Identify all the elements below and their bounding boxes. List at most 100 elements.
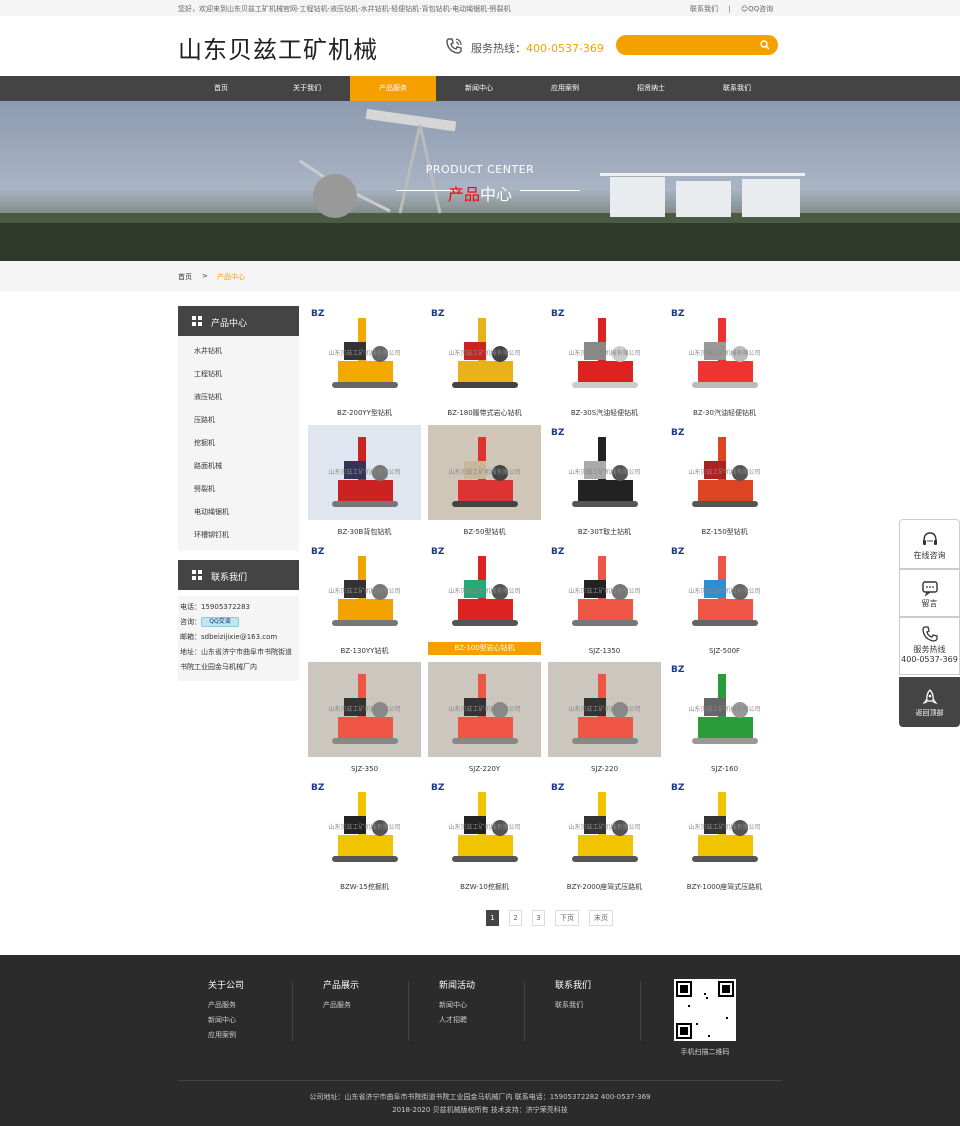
product-image[interactable]: 山东贝兹工矿机械有限公司 BZ — [428, 544, 541, 639]
product-image[interactable]: 山东贝兹工矿机械有限公司 BZ — [668, 662, 781, 757]
nav-news[interactable]: 新闻中心 — [436, 76, 522, 101]
search-icon[interactable] — [760, 40, 770, 50]
product-name[interactable]: BZ-30S汽油轻便钻机 — [548, 401, 661, 425]
sidebar-item[interactable]: 挖掘机 — [178, 432, 299, 455]
product-image[interactable]: 山东贝兹工矿机械有限公司 — [308, 425, 421, 520]
online-consult-button[interactable]: 在线咨询 — [899, 519, 960, 569]
top-qq-link[interactable]: ☺QQ咨询 — [741, 5, 773, 13]
product-name[interactable]: BZ-180履带式岩心钻机 — [428, 401, 541, 425]
footer-link[interactable]: 产品服务 — [323, 998, 359, 1013]
search-input[interactable] — [626, 38, 756, 52]
footer-link[interactable]: 产品服务 — [208, 998, 244, 1013]
product-card[interactable]: 山东贝兹工矿机械有限公司 BZ-50型钻机 — [428, 425, 541, 544]
sidebar-item[interactable]: 路面机械 — [178, 455, 299, 478]
page-3[interactable]: 3 — [532, 910, 545, 926]
product-name[interactable]: SJZ-500F — [668, 639, 781, 663]
product-card[interactable]: 山东贝兹工矿机械有限公司 SJZ-220 — [548, 662, 661, 781]
product-image[interactable]: 山东贝兹工矿机械有限公司 BZ — [668, 425, 781, 520]
product-image[interactable]: 山东贝兹工矿机械有限公司 BZ — [428, 306, 541, 401]
product-card[interactable]: 山东贝兹工矿机械有限公司 BZ BZY-2000座驾式压路机 — [548, 780, 661, 899]
product-image[interactable]: 山东贝兹工矿机械有限公司 — [428, 662, 541, 757]
footer-link[interactable]: 新闻中心 — [208, 1013, 244, 1028]
product-image[interactable]: 山东贝兹工矿机械有限公司 BZ — [668, 306, 781, 401]
nav-products[interactable]: 产品服务 — [350, 76, 436, 101]
product-card[interactable]: 山东贝兹工矿机械有限公司 SJZ-220Y — [428, 662, 541, 781]
nav-jobs[interactable]: 招贤纳士 — [608, 76, 694, 101]
product-card[interactable]: 山东贝兹工矿机械有限公司 BZ SJZ-160 — [668, 662, 781, 781]
product-image[interactable]: 山东贝兹工矿机械有限公司 BZ — [548, 780, 661, 875]
product-name[interactable]: BZ-30汽油轻便钻机 — [668, 401, 781, 425]
qq-chat-button[interactable]: QQ交谈 — [201, 617, 239, 627]
product-card[interactable]: 山东贝兹工矿机械有限公司 BZ BZW-15挖掘机 — [308, 780, 421, 899]
product-image[interactable]: 山东贝兹工矿机械有限公司 BZ — [548, 544, 661, 639]
product-image[interactable]: 山东贝兹工矿机械有限公司 BZ — [308, 544, 421, 639]
nav-home[interactable]: 首页 — [178, 76, 264, 101]
footer-link[interactable]: 联系我们 — [555, 998, 591, 1013]
next-page-button[interactable]: 下页 — [555, 910, 579, 926]
site-logo[interactable]: 山东贝兹工矿机械 — [178, 30, 378, 65]
product-image[interactable]: 山东贝兹工矿机械有限公司 BZ — [428, 780, 541, 875]
product-name[interactable]: SJZ-160 — [668, 757, 781, 781]
product-name[interactable]: BZY-1000座驾式压路机 — [668, 875, 781, 899]
sidebar-item[interactable]: 电动绳锯机 — [178, 501, 299, 524]
product-name[interactable]: SJZ-220Y — [428, 757, 541, 781]
product-name[interactable]: SJZ-1350 — [548, 639, 661, 663]
sidebar-item[interactable]: 液压钻机 — [178, 386, 299, 409]
product-card[interactable]: 山东贝兹工矿机械有限公司 BZ BZ-130YY钻机 — [308, 544, 421, 663]
product-image[interactable]: 山东贝兹工矿机械有限公司 BZ — [668, 780, 781, 875]
product-name[interactable]: SJZ-350 — [308, 757, 421, 781]
product-card[interactable]: 山东贝兹工矿机械有限公司 BZ BZ-30汽油轻便钻机 — [668, 306, 781, 425]
product-image[interactable]: 山东贝兹工矿机械有限公司 BZ — [548, 425, 661, 520]
hotline-button[interactable]: 服务热线 400-0537-369 — [899, 617, 960, 675]
sidebar-item[interactable]: 环槽铆钉机 — [178, 524, 299, 547]
product-card[interactable]: 山东贝兹工矿机械有限公司 BZ BZ-200YY型钻机 — [308, 306, 421, 425]
product-name[interactable]: BZ-30B背包钻机 — [308, 520, 421, 544]
sidebar-item[interactable]: 水井钻机 — [178, 340, 299, 363]
product-name[interactable]: BZ-30T取土钻机 — [548, 520, 661, 544]
product-name[interactable]: BZ-130YY钻机 — [308, 639, 421, 663]
product-card[interactable]: 山东贝兹工矿机械有限公司 BZ BZ-30T取土钻机 — [548, 425, 661, 544]
brand-logo: BZ — [671, 309, 685, 319]
page-2[interactable]: 2 — [509, 910, 522, 926]
product-name[interactable]: SJZ-220 — [548, 757, 661, 781]
sidebar-item[interactable]: 工程钻机 — [178, 363, 299, 386]
sidebar-item[interactable]: 压路机 — [178, 409, 299, 432]
footer-link[interactable]: 新闻中心 — [439, 998, 475, 1013]
footer-link[interactable]: 应用案例 — [208, 1028, 244, 1043]
last-page-button[interactable]: 末页 — [589, 910, 613, 926]
product-card[interactable]: 山东贝兹工矿机械有限公司 BZ BZW-10挖掘机 — [428, 780, 541, 899]
product-card[interactable]: 山东贝兹工矿机械有限公司 BZ BZ-150型钻机 — [668, 425, 781, 544]
product-name[interactable]: BZ-200YY型钻机 — [308, 401, 421, 425]
product-image[interactable]: 山东贝兹工矿机械有限公司 BZ — [548, 306, 661, 401]
message-button[interactable]: 留言 — [899, 569, 960, 617]
product-name[interactable]: BZW-10挖掘机 — [428, 875, 541, 899]
top-contact-link[interactable]: 联系我们 — [690, 5, 718, 13]
product-card[interactable]: 山东贝兹工矿机械有限公司 BZ SJZ-500F — [668, 544, 781, 663]
product-image[interactable]: 山东贝兹工矿机械有限公司 — [308, 662, 421, 757]
product-image[interactable]: 山东贝兹工矿机械有限公司 — [548, 662, 661, 757]
product-image[interactable]: 山东贝兹工矿机械有限公司 — [428, 425, 541, 520]
product-image[interactable]: 山东贝兹工矿机械有限公司 BZ — [308, 306, 421, 401]
nav-cases[interactable]: 应用案例 — [522, 76, 608, 101]
product-name[interactable]: BZW-15挖掘机 — [308, 875, 421, 899]
nav-about[interactable]: 关于我们 — [264, 76, 350, 101]
product-image[interactable]: 山东贝兹工矿机械有限公司 BZ — [308, 780, 421, 875]
nav-contact[interactable]: 联系我们 — [694, 76, 780, 101]
product-card[interactable]: 山东贝兹工矿机械有限公司 BZ SJZ-1350 — [548, 544, 661, 663]
sidebar-item[interactable]: 劈裂机 — [178, 478, 299, 501]
product-name[interactable]: BZ-100型岩心钻机 — [428, 642, 541, 655]
product-name[interactable]: BZ-150型钻机 — [668, 520, 781, 544]
product-card[interactable]: 山东贝兹工矿机械有限公司 BZ BZ-100型岩心钻机 — [428, 544, 541, 655]
crumb-home[interactable]: 首页 — [178, 272, 192, 282]
footer-link[interactable]: 人才招聘 — [439, 1013, 475, 1028]
page-1[interactable]: 1 — [486, 910, 499, 926]
product-card[interactable]: 山东贝兹工矿机械有限公司 BZ BZ-180履带式岩心钻机 — [428, 306, 541, 425]
back-to-top-button[interactable]: 返回顶部 — [899, 677, 960, 727]
product-image[interactable]: 山东贝兹工矿机械有限公司 BZ — [668, 544, 781, 639]
product-card[interactable]: 山东贝兹工矿机械有限公司 SJZ-350 — [308, 662, 421, 781]
product-card[interactable]: 山东贝兹工矿机械有限公司 BZ BZ-30S汽油轻便钻机 — [548, 306, 661, 425]
product-card[interactable]: 山东贝兹工矿机械有限公司 BZ-30B背包钻机 — [308, 425, 421, 544]
product-card[interactable]: 山东贝兹工矿机械有限公司 BZ BZY-1000座驾式压路机 — [668, 780, 781, 899]
product-name[interactable]: BZ-50型钻机 — [428, 520, 541, 544]
product-name[interactable]: BZY-2000座驾式压路机 — [548, 875, 661, 899]
